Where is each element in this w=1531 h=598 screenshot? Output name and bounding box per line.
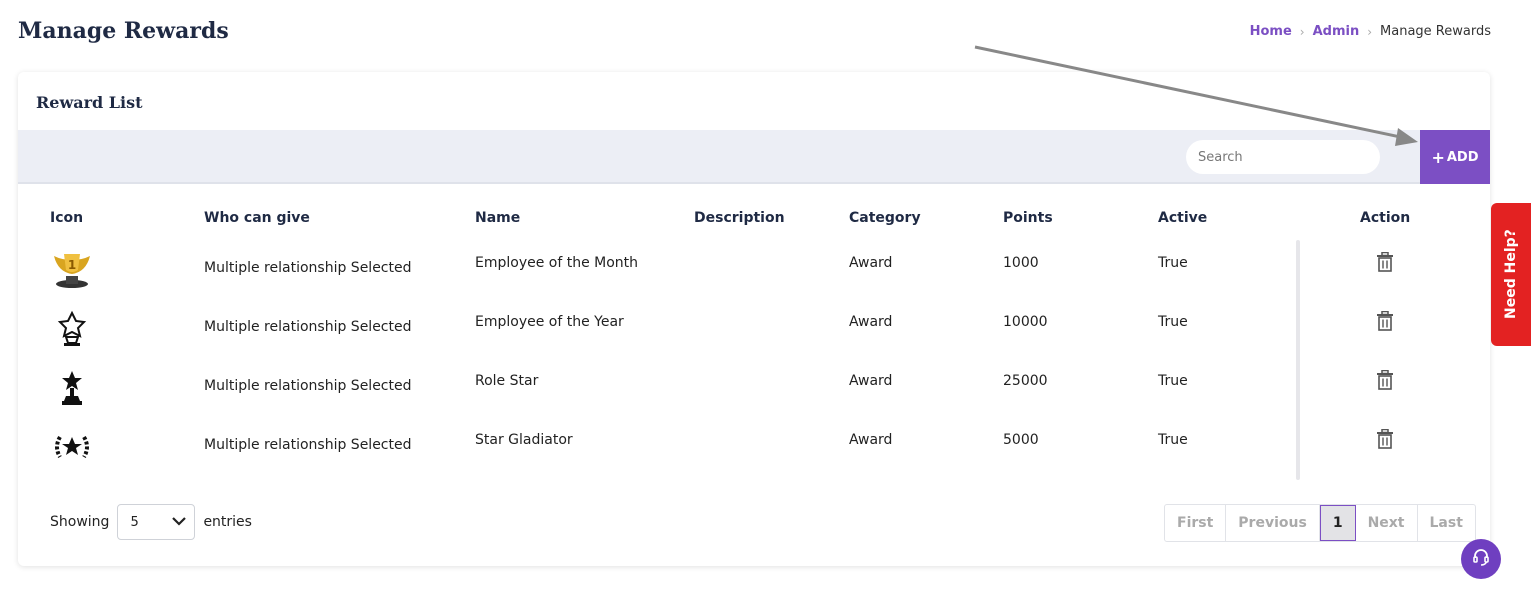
reward-name: Role Star	[475, 373, 539, 389]
pagination-first[interactable]: First	[1165, 505, 1227, 541]
laurel-star-icon	[48, 427, 96, 467]
reward-who: Multiple relationship Selected	[204, 260, 412, 276]
breadcrumb-admin-link[interactable]: Admin	[1313, 24, 1360, 39]
page-title: Manage Rewards	[18, 18, 229, 44]
reward-who: Multiple relationship Selected	[204, 437, 412, 453]
reward-name: Employee of the Month	[475, 255, 639, 271]
table-row: Multiple relationship Selected Star Glad…	[18, 421, 1490, 480]
column-header-active[interactable]: Active	[1158, 210, 1207, 226]
table-scrollbar[interactable]	[1296, 240, 1300, 480]
column-header-action: Action	[1360, 210, 1411, 226]
reward-who: Multiple relationship Selected	[204, 319, 412, 335]
reward-active: True	[1158, 314, 1188, 330]
trash-icon[interactable]	[1374, 368, 1396, 392]
reward-points: 25000	[1003, 373, 1048, 389]
breadcrumb-home-link[interactable]: Home	[1250, 24, 1292, 39]
breadcrumb-separator: ›	[1367, 24, 1373, 39]
breadcrumb: Home › Admin › Manage Rewards	[1250, 24, 1491, 39]
plus-icon: +	[1431, 147, 1445, 167]
pagination-last[interactable]: Last	[1418, 505, 1475, 541]
entries-length-control: Showing 5 entries	[50, 504, 252, 540]
reward-active: True	[1158, 432, 1188, 448]
reward-active: True	[1158, 255, 1188, 271]
reward-category: Award	[849, 314, 893, 330]
column-header-points[interactable]: Points	[1003, 210, 1053, 226]
reward-category: Award	[849, 255, 893, 271]
reward-category: Award	[849, 373, 893, 389]
entries-select[interactable]: 5	[117, 504, 196, 540]
star-figure-trophy-icon	[48, 368, 96, 408]
table-row: Multiple relationship Selected Role Star…	[18, 362, 1490, 421]
card-title: Reward List	[36, 93, 143, 112]
need-help-tab[interactable]: Need Help?	[1491, 203, 1531, 346]
search-input[interactable]	[1186, 140, 1380, 174]
svg-text:1: 1	[68, 258, 76, 272]
reward-list-card: Reward List + ADD Icon Who can give Name…	[18, 72, 1490, 566]
reward-who: Multiple relationship Selected	[204, 378, 412, 394]
pagination-page-1[interactable]: 1	[1319, 505, 1356, 541]
breadcrumb-separator: ›	[1299, 24, 1305, 39]
reward-name: Star Gladiator	[475, 432, 573, 448]
table-row: 1 Multiple relationship Selected Employe…	[18, 244, 1490, 303]
trash-icon[interactable]	[1374, 427, 1396, 451]
pagination-previous[interactable]: Previous	[1226, 505, 1320, 541]
column-header-category[interactable]: Category	[849, 210, 921, 226]
column-header-name[interactable]: Name	[475, 210, 520, 226]
gold-trophy-icon: 1	[48, 250, 96, 290]
chevron-down-icon	[172, 515, 187, 530]
reward-points: 10000	[1003, 314, 1048, 330]
entries-label: entries	[203, 514, 252, 530]
reward-name: Employee of the Year	[475, 314, 624, 330]
trash-icon[interactable]	[1374, 309, 1396, 333]
reward-points: 1000	[1003, 255, 1039, 271]
star-trophy-icon	[48, 309, 96, 349]
pagination-next[interactable]: Next	[1356, 505, 1418, 541]
add-button-label: ADD	[1446, 149, 1479, 165]
support-chat-button[interactable]	[1461, 539, 1501, 579]
entries-select-value: 5	[130, 514, 139, 530]
add-button[interactable]: + ADD	[1420, 130, 1490, 184]
column-header-description[interactable]: Description	[694, 210, 785, 226]
column-header-who[interactable]: Who can give	[204, 210, 310, 226]
table-row: Multiple relationship Selected Employee …	[18, 303, 1490, 362]
headset-icon	[1471, 547, 1491, 571]
reward-active: True	[1158, 373, 1188, 389]
breadcrumb-current: Manage Rewards	[1380, 24, 1491, 39]
trash-icon[interactable]	[1374, 250, 1396, 274]
table-toolbar: + ADD	[18, 130, 1490, 184]
reward-category: Award	[849, 432, 893, 448]
reward-points: 5000	[1003, 432, 1039, 448]
showing-label: Showing	[50, 514, 110, 530]
table-header: Icon Who can give Name Description Categ…	[18, 210, 1490, 230]
column-header-icon[interactable]: Icon	[50, 210, 83, 226]
pagination: First Previous 1 Next Last	[1164, 504, 1476, 542]
